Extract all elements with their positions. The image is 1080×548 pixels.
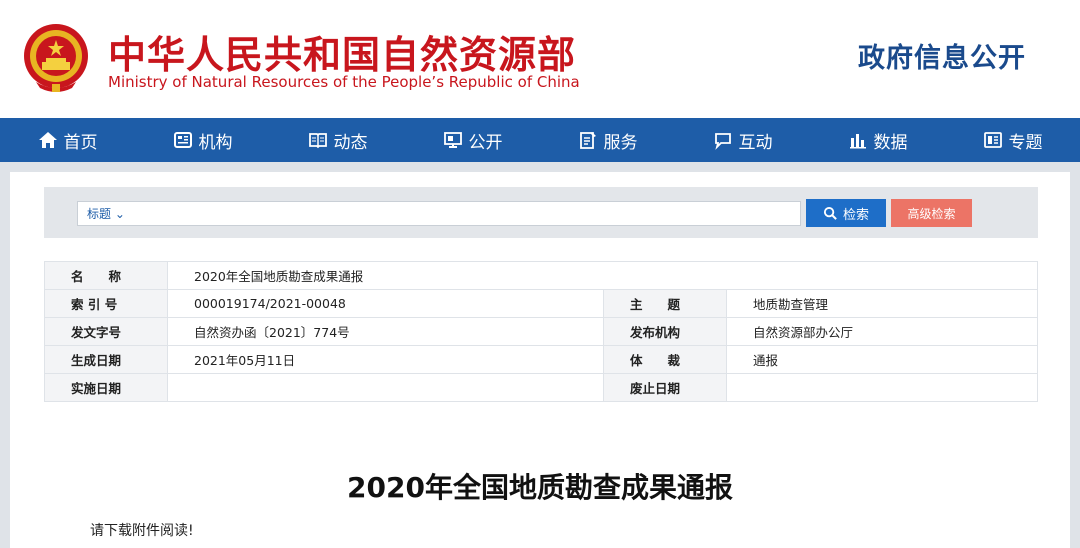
nav-item-label: 公开: [468, 132, 503, 153]
meta-value: 2021年05月11日: [167, 345, 604, 374]
bar-chart-icon: [848, 130, 868, 150]
section-title: 政府信息公开: [858, 43, 1026, 74]
nav-item-label: 动态: [333, 132, 368, 153]
document-meta-table: 名 称 2020年全国地质勘查成果通报 索 引 号 000019174/2021…: [44, 261, 1038, 402]
org-icon: [173, 130, 193, 150]
monitor-icon: [443, 130, 463, 150]
meta-value: [167, 373, 604, 402]
meta-label: 实施日期: [44, 373, 168, 402]
meta-label: 废止日期: [603, 373, 727, 402]
topic-icon: [983, 130, 1003, 150]
meta-value: 通报: [726, 345, 1038, 374]
search-button[interactable]: 检索: [806, 199, 886, 227]
table-row: 发文字号 自然资办函〔2021〕774号 发布机构 自然资源部办公厅: [44, 317, 1038, 346]
search-icon: [823, 206, 837, 220]
nav-item-org[interactable]: 机构: [135, 118, 270, 162]
nav-item-service[interactable]: 服务: [540, 118, 675, 162]
chevron-down-icon: ⌄: [114, 207, 125, 221]
book-icon: [308, 130, 328, 150]
chat-icon: [713, 130, 733, 150]
meta-label: 名 称: [44, 261, 168, 290]
home-icon: [38, 130, 58, 150]
meta-label: 体 裁: [603, 345, 727, 374]
site-header: 中华人民共和国自然资源部 Ministry of Natural Resourc…: [0, 0, 1080, 118]
table-row: 实施日期 废止日期: [44, 373, 1038, 402]
search-field-select[interactable]: 标题 ⌄: [87, 205, 125, 222]
nav-item-topic[interactable]: 专题: [945, 118, 1080, 162]
document-body: 请下载附件阅读!: [90, 523, 194, 539]
meta-value: 2020年全国地质勘查成果通报: [167, 261, 1038, 290]
nav-item-label: 服务: [603, 132, 638, 153]
document-edit-icon: [578, 130, 598, 150]
meta-label: 发文字号: [44, 317, 168, 346]
meta-value: 自然资源部办公厅: [726, 317, 1038, 346]
meta-label: 主 题: [603, 289, 727, 318]
national-emblem-icon: [22, 22, 90, 94]
site-title: 中华人民共和国自然资源部: [108, 33, 577, 77]
nav-item-label: 数据: [873, 132, 908, 153]
search-input[interactable]: [138, 204, 788, 223]
meta-value: [726, 373, 1038, 402]
table-row: 索 引 号 000019174/2021-00048 主 题 地质勘查管理: [44, 289, 1038, 318]
nav-item-label: 专题: [1008, 132, 1043, 153]
nav-item-home[interactable]: 首页: [0, 118, 135, 162]
meta-value: 自然资办函〔2021〕774号: [167, 317, 604, 346]
nav-item-news[interactable]: 动态: [270, 118, 405, 162]
search-box: 标题 ⌄: [77, 201, 801, 226]
meta-label: 索 引 号: [44, 289, 168, 318]
advanced-search-button[interactable]: 高级检索: [891, 199, 972, 227]
document-title: 2020年全国地质勘查成果通报: [347, 471, 733, 504]
meta-label: 发布机构: [603, 317, 727, 346]
nav-item-label: 互动: [738, 132, 773, 153]
table-row: 名 称 2020年全国地质勘查成果通报: [44, 261, 1038, 290]
nav-item-label: 机构: [198, 132, 233, 153]
meta-label: 生成日期: [44, 345, 168, 374]
search-button-label: 检索: [842, 207, 869, 223]
main-nav: 首页 机构 动态 公开 服务 互动 数据 专题: [0, 118, 1080, 162]
nav-item-interact[interactable]: 互动: [675, 118, 810, 162]
nav-item-label: 首页: [63, 132, 98, 153]
table-row: 生成日期 2021年05月11日 体 裁 通报: [44, 345, 1038, 374]
nav-item-data[interactable]: 数据: [810, 118, 945, 162]
site-subtitle: Ministry of Natural Resources of the Peo…: [108, 73, 580, 91]
meta-value: 000019174/2021-00048: [167, 289, 604, 318]
meta-value: 地质勘查管理: [726, 289, 1038, 318]
search-field-label: 标题: [87, 207, 112, 221]
nav-item-open[interactable]: 公开: [405, 118, 540, 162]
